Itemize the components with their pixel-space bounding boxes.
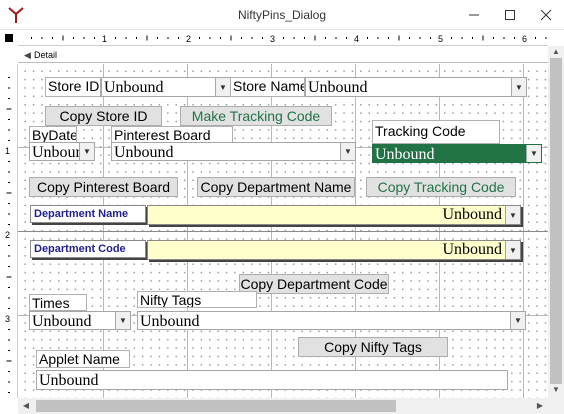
ruler-mark-label: 3 xyxy=(5,314,10,324)
scroll-left-icon[interactable]: ◀ xyxy=(18,400,34,412)
chevron-down-icon[interactable]: ▼ xyxy=(215,78,230,96)
times-combo[interactable]: Unbound ▼ xyxy=(29,311,131,330)
copy-tracking-code-button[interactable]: Copy Tracking Code xyxy=(366,177,516,197)
chevron-down-icon[interactable]: ▼ xyxy=(79,143,94,160)
horizontal-ruler-ticks: 1 2 3 4 5 6 xyxy=(31,34,547,44)
copy-department-name-button[interactable]: Copy Department Name xyxy=(197,177,355,197)
chevron-down-icon[interactable]: ▼ xyxy=(505,206,520,224)
scroll-up-icon[interactable]: ▲ xyxy=(548,46,564,58)
pinterest-board-value: Unbound xyxy=(114,144,174,161)
close-button[interactable] xyxy=(528,0,564,30)
chevron-down-icon[interactable]: ▼ xyxy=(505,241,520,259)
make-tracking-code-button[interactable]: Make Tracking Code xyxy=(180,106,332,126)
horizontal-ruler: 1 2 3 4 5 6 xyxy=(18,30,548,46)
department-name-value: Unbound xyxy=(442,206,502,223)
tracking-code-value: Unbound xyxy=(375,146,435,163)
nifty-tags-label: Nifty Tags xyxy=(137,291,257,308)
scroll-right-icon[interactable]: ▶ xyxy=(532,400,548,412)
pinterest-board-combo[interactable]: Unbound ▼ xyxy=(111,142,356,161)
department-code-combo[interactable]: Unbound ▼ xyxy=(147,240,521,260)
ruler-mark-label: 1 xyxy=(5,146,10,156)
ruler-mark-label: 6 xyxy=(522,34,527,44)
department-name-combo[interactable]: Unbound ▼ xyxy=(147,205,521,225)
bydate-value: Unboun xyxy=(32,144,84,161)
scrollbar-corner xyxy=(548,398,564,414)
chevron-down-icon[interactable]: ▼ xyxy=(511,78,526,96)
copy-department-code-button[interactable]: Copy Department Code xyxy=(239,274,389,294)
collapse-arrow-icon[interactable]: ◀ xyxy=(24,49,34,61)
scroll-down-icon[interactable]: ▼ xyxy=(548,384,564,396)
horizontal-scroll-thumb[interactable] xyxy=(36,400,396,412)
nifty-tags-value: Unbound xyxy=(140,313,200,330)
ruler-mark-label: 2 xyxy=(5,230,10,240)
store-name-combo[interactable]: Unbound ▼ xyxy=(305,77,527,97)
times-value: Unbound xyxy=(32,313,92,330)
select-all-icon[interactable] xyxy=(5,34,13,42)
applet-name-label: Applet Name xyxy=(36,350,130,368)
times-label: Times xyxy=(29,294,87,311)
department-code-label: Department Code xyxy=(30,240,146,258)
ruler-mark-label: 1 xyxy=(102,34,107,44)
detail-section-label: Detail xyxy=(34,50,58,60)
chevron-down-icon[interactable]: ▼ xyxy=(526,145,541,162)
ruler-mark-label: 2 xyxy=(186,34,191,44)
store-name-label: Store Name xyxy=(230,77,305,97)
ruler-mark-label: 4 xyxy=(354,34,359,44)
store-id-value: Unbound xyxy=(104,79,164,96)
chevron-down-icon[interactable]: ▼ xyxy=(340,143,355,160)
copy-pinterest-board-button[interactable]: Copy Pinterest Board xyxy=(29,177,178,197)
tracking-code-label: Tracking Code xyxy=(372,120,500,144)
grid-line xyxy=(18,231,548,232)
store-id-combo[interactable]: Unbound ▼ xyxy=(101,77,231,97)
bydate-combo[interactable]: Unboun ▼ xyxy=(29,142,95,161)
pinterest-board-label: Pinterest Board xyxy=(111,126,233,143)
tracking-code-combo[interactable]: Unbound ▼ xyxy=(372,144,542,163)
chevron-down-icon[interactable]: ▼ xyxy=(510,312,525,329)
ruler-mark-label: 3 xyxy=(270,34,275,44)
copy-nifty-tags-button[interactable]: Copy Nifty Tags xyxy=(298,337,448,357)
chevron-down-icon[interactable]: ▼ xyxy=(115,312,130,329)
minimize-button[interactable] xyxy=(456,0,492,30)
applet-name-textbox[interactable]: Unbound xyxy=(36,370,508,390)
store-name-value: Unbound xyxy=(308,79,368,96)
department-code-value: Unbound xyxy=(442,241,502,258)
vertical-ruler: 1 2 3 xyxy=(0,64,18,398)
department-name-label: Department Name xyxy=(30,205,146,223)
maximize-button[interactable] xyxy=(492,0,528,30)
vertical-ruler-ticks: 1 2 3 xyxy=(5,77,12,393)
copy-store-id-button[interactable]: Copy Store ID xyxy=(45,106,162,126)
ruler-mark-label: 5 xyxy=(438,34,443,44)
detail-section-bar[interactable] xyxy=(18,47,548,63)
bydate-label: ByDate xyxy=(29,126,77,143)
nifty-tags-combo[interactable]: Unbound ▼ xyxy=(137,311,526,330)
store-id-label: Store ID xyxy=(45,77,101,97)
vertical-scroll-thumb[interactable] xyxy=(550,58,562,384)
